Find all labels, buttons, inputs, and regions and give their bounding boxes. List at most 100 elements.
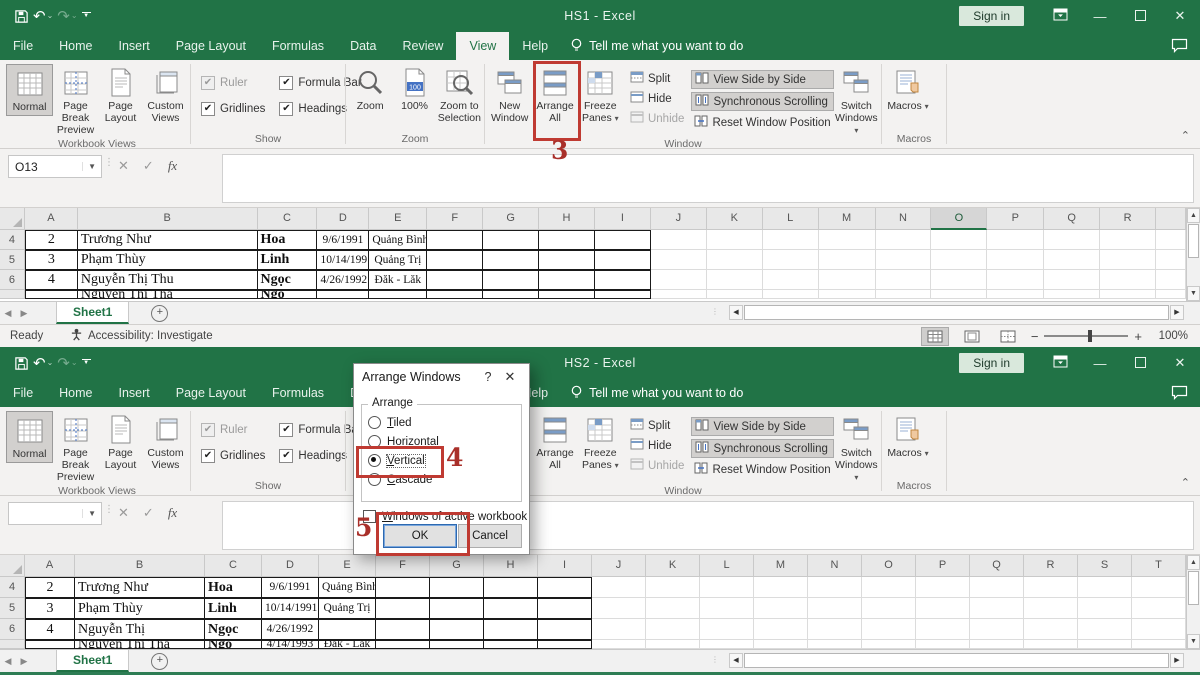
formula-bar-option-checkbox[interactable]: ✔ <box>279 76 293 90</box>
gridlines-option-checkbox[interactable]: ✔ <box>201 102 215 116</box>
new-sheet-button[interactable]: + <box>151 653 168 670</box>
cell-R4[interactable] <box>1100 230 1156 250</box>
cell-H5[interactable] <box>484 598 538 619</box>
freeze-panes-button[interactable]: Freeze Panes ▾ <box>578 411 623 473</box>
cell-M[interactable] <box>754 640 808 649</box>
cell-N5[interactable] <box>808 598 862 619</box>
column-header-K[interactable]: K <box>707 208 763 230</box>
zoom-button[interactable]: Zoom <box>348 64 392 114</box>
cell-R5[interactable] <box>1024 598 1078 619</box>
cell-F5[interactable] <box>427 250 483 270</box>
cell-G6[interactable] <box>483 270 539 290</box>
tab-home[interactable]: Home <box>46 379 105 407</box>
vertical-scroll-thumb[interactable] <box>1188 224 1199 258</box>
cell-A4[interactable]: 2 <box>25 230 78 250</box>
cell-O6[interactable] <box>931 270 987 290</box>
comment-icon[interactable] <box>1171 385 1188 403</box>
select-all-corner[interactable] <box>0 555 25 577</box>
cell-A5[interactable]: 3 <box>25 598 75 619</box>
cell-O4[interactable] <box>931 230 987 250</box>
cell-P[interactable] <box>916 640 970 649</box>
cell-C4[interactable]: Hoa <box>205 577 262 598</box>
column-header-D[interactable]: D <box>262 555 319 577</box>
cell-M5[interactable] <box>754 598 808 619</box>
tab-home[interactable]: Home <box>46 32 105 60</box>
column-header-B[interactable]: B <box>78 208 258 230</box>
cell-K4[interactable] <box>646 577 700 598</box>
cell-G5[interactable] <box>483 250 539 270</box>
cell-Q4[interactable] <box>1044 230 1100 250</box>
column-header-D[interactable]: D <box>317 208 369 230</box>
tab-page-layout[interactable]: Page Layout <box>163 32 259 60</box>
column-header-F[interactable]: F <box>427 208 483 230</box>
scroll-down-arrow[interactable]: ▼ <box>1187 286 1200 301</box>
vertical-scrollbar[interactable]: ▲▼ <box>1186 555 1200 649</box>
undo-button[interactable]: ↶⌄ <box>33 9 53 24</box>
customize-qat-button[interactable]: ▼ <box>82 359 91 367</box>
cell-L5[interactable] <box>763 250 819 270</box>
ribbon-display-options-icon[interactable] <box>1040 8 1080 24</box>
normal-view-button[interactable]: Normal <box>6 411 53 463</box>
cell-B4[interactable]: Trương Như <box>75 577 205 598</box>
column-header-J[interactable]: J <box>592 555 646 577</box>
split-button[interactable]: Split <box>627 417 687 434</box>
column-header-O[interactable]: O <box>862 555 916 577</box>
cell-D[interactable] <box>317 290 369 299</box>
column-header-M[interactable]: M <box>754 555 808 577</box>
scroll-left-arrow[interactable]: ◀ <box>729 653 743 668</box>
tab-insert[interactable]: Insert <box>106 32 163 60</box>
column-header-R[interactable]: R <box>1024 555 1078 577</box>
formula-cancel-icon[interactable]: ✕ <box>118 505 129 521</box>
redo-button[interactable]: ↷⌄ <box>57 356 77 371</box>
row-header[interactable]: 5 <box>0 250 25 270</box>
formula-input[interactable] <box>222 154 1194 203</box>
cell-F5[interactable] <box>376 598 430 619</box>
cell-J6[interactable] <box>592 619 646 640</box>
cell-F[interactable] <box>427 290 483 299</box>
cell-I4[interactable] <box>538 577 592 598</box>
cell-M5[interactable] <box>819 250 876 270</box>
close-button[interactable]: ✕ <box>1160 355 1200 371</box>
name-box-caret-icon[interactable]: ▼ <box>82 509 101 518</box>
cell-D4[interactable]: 9/6/1991 <box>262 577 319 598</box>
tab-formulas[interactable]: Formulas <box>259 32 337 60</box>
scroll-up-arrow[interactable]: ▲ <box>1187 555 1200 570</box>
zoom-100-button[interactable]: 100100% <box>392 64 436 114</box>
tab-view[interactable]: View <box>456 32 509 60</box>
horizontal-scrollbar[interactable]: ◀▶ <box>729 653 1184 668</box>
sheet-tab-sheet1[interactable]: Sheet1 <box>56 650 129 672</box>
name-box[interactable]: O13▼ <box>8 155 102 178</box>
cell-J4[interactable] <box>651 230 707 250</box>
cell-F4[interactable] <box>427 230 483 250</box>
column-header-F[interactable]: F <box>376 555 430 577</box>
cell-F6[interactable] <box>376 619 430 640</box>
cell-M4[interactable] <box>754 577 808 598</box>
view-side-by-side-button[interactable]: View Side by Side <box>691 417 833 436</box>
horizontal-scroll-thumb[interactable] <box>744 305 1169 320</box>
row-header[interactable]: 6 <box>0 270 25 290</box>
cell-G6[interactable] <box>430 619 484 640</box>
cell-B6[interactable]: Nguyễn Thị Thu <box>78 270 258 290</box>
cell-M4[interactable] <box>819 230 876 250</box>
row-header[interactable] <box>0 290 25 299</box>
cell-P6[interactable] <box>916 619 970 640</box>
scroll-up-arrow[interactable]: ▲ <box>1187 208 1200 223</box>
gridlines-option[interactable]: ✔Gridlines <box>201 449 265 463</box>
formula-enter-icon[interactable]: ✓ <box>143 158 154 174</box>
cell-E4[interactable]: Quảng Bình <box>319 577 376 598</box>
cell-A6[interactable]: 4 <box>25 619 75 640</box>
column-header-P[interactable]: P <box>987 208 1044 230</box>
cell-O5[interactable] <box>931 250 987 270</box>
column-header-H[interactable]: H <box>484 555 538 577</box>
collapse-ribbon-icon[interactable]: ⌃ <box>1181 129 1190 142</box>
column-header-P[interactable]: P <box>916 555 970 577</box>
formula-cancel-icon[interactable]: ✕ <box>118 158 129 174</box>
sheet-nav-right-icon[interactable]: ▶ <box>16 302 32 324</box>
cell-I6[interactable] <box>595 270 651 290</box>
tab-file[interactable]: File <box>0 379 46 407</box>
unhide-button[interactable]: Unhide <box>627 110 687 127</box>
cell-T6[interactable] <box>1132 619 1186 640</box>
ruler-option[interactable]: ✔Ruler <box>201 76 265 90</box>
cell-K5[interactable] <box>707 250 763 270</box>
switch-windows-button[interactable]: Switch Windows ▾ <box>834 64 879 138</box>
